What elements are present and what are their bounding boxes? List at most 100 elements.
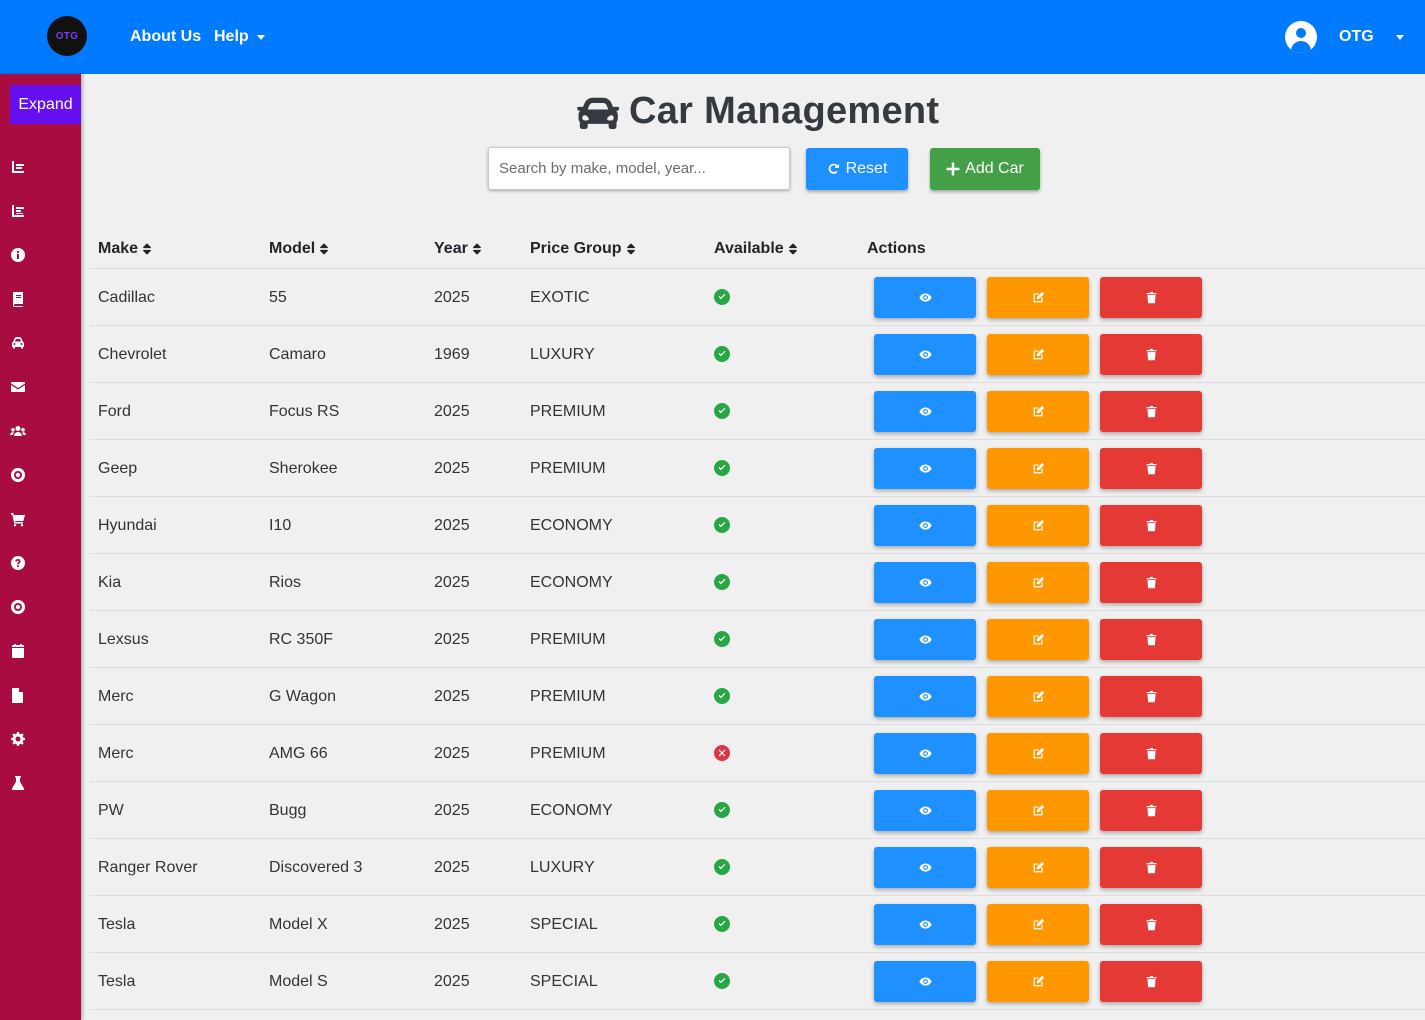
delete-button[interactable] xyxy=(1100,790,1202,831)
add-car-button[interactable]: Add Car xyxy=(930,148,1040,190)
edit-button[interactable] xyxy=(987,790,1089,831)
sort-icon xyxy=(320,243,329,255)
header-year[interactable]: Year xyxy=(434,240,482,258)
cell-price-group: PREMIUM xyxy=(530,745,606,762)
users-icon[interactable] xyxy=(9,422,27,440)
view-button[interactable] xyxy=(874,733,976,774)
edit-button[interactable] xyxy=(987,334,1089,375)
edit-icon xyxy=(1033,975,1044,987)
cell-model: RC 350F xyxy=(269,631,334,648)
calendar-icon[interactable] xyxy=(9,642,27,660)
nav-help-label: Help xyxy=(214,28,249,45)
edit-button[interactable] xyxy=(987,277,1089,318)
delete-button[interactable] xyxy=(1100,961,1202,1002)
view-button[interactable] xyxy=(874,961,976,1002)
cell-year: 2025 xyxy=(434,631,470,648)
cog-icon[interactable] xyxy=(9,730,27,748)
cell-make: Merc xyxy=(98,688,134,705)
edit-button[interactable] xyxy=(987,733,1089,774)
flask-icon[interactable] xyxy=(9,774,27,792)
check-circle-icon xyxy=(714,403,730,419)
view-button[interactable] xyxy=(874,904,976,945)
edit-button[interactable] xyxy=(987,505,1089,546)
cell-price-group: ECONOMY xyxy=(530,802,613,819)
edit-button[interactable] xyxy=(987,676,1089,717)
view-button[interactable] xyxy=(874,790,976,831)
delete-button[interactable] xyxy=(1100,733,1202,774)
edit-button[interactable] xyxy=(987,619,1089,660)
cell-model: Sherokee xyxy=(269,460,338,477)
header-price-group[interactable]: Price Group xyxy=(530,240,636,258)
file-icon[interactable] xyxy=(9,686,27,704)
user-avatar-icon[interactable] xyxy=(1285,21,1317,53)
trash-icon xyxy=(1146,804,1156,817)
header-make[interactable]: Make xyxy=(98,240,152,258)
cell-year: 2025 xyxy=(434,517,470,534)
top-navbar: OTG About Us Help OTG xyxy=(0,0,1425,74)
check-circle-icon xyxy=(714,460,730,476)
header-model[interactable]: Model xyxy=(269,240,329,258)
view-button[interactable] xyxy=(874,619,976,660)
expand-button[interactable]: Expand xyxy=(10,85,81,124)
trash-icon xyxy=(1146,519,1156,532)
delete-button[interactable] xyxy=(1100,562,1202,603)
delete-button[interactable] xyxy=(1100,619,1202,660)
question-circle-icon[interactable] xyxy=(9,554,27,572)
chart-bar-icon[interactable] xyxy=(9,202,27,220)
logo[interactable]: OTG xyxy=(47,16,87,56)
edit-button[interactable] xyxy=(987,961,1089,1002)
user-menu-caret-icon[interactable] xyxy=(1396,35,1404,40)
chart-area-icon[interactable] xyxy=(9,158,27,176)
edit-button[interactable] xyxy=(987,448,1089,489)
view-button[interactable] xyxy=(874,562,976,603)
eye-icon xyxy=(918,350,932,359)
delete-button[interactable] xyxy=(1100,904,1202,945)
envelope-icon[interactable] xyxy=(9,378,27,396)
view-button[interactable] xyxy=(874,448,976,489)
search-input[interactable] xyxy=(488,147,790,190)
life-ring-icon[interactable] xyxy=(9,466,27,484)
cell-make: Ford xyxy=(98,403,131,420)
table-body: Cadillac 55 2025 EXOTIC Chevrolet Camaro 1969 L… xyxy=(90,269,1425,1010)
nav-about-us[interactable]: About Us xyxy=(130,28,201,46)
nav-help-dropdown[interactable]: Help xyxy=(214,28,265,46)
cell-model: 55 xyxy=(269,289,287,306)
delete-button[interactable] xyxy=(1100,847,1202,888)
view-button[interactable] xyxy=(874,277,976,318)
cell-year: 2025 xyxy=(434,745,470,762)
edit-icon xyxy=(1033,462,1044,474)
info-circle-icon[interactable] xyxy=(9,246,27,264)
car-icon[interactable] xyxy=(9,334,27,352)
check-circle-icon xyxy=(714,289,730,305)
sort-icon xyxy=(788,243,797,255)
support-icon[interactable] xyxy=(9,598,27,616)
edit-button[interactable] xyxy=(987,847,1089,888)
check-circle-icon xyxy=(714,973,730,989)
delete-button[interactable] xyxy=(1100,505,1202,546)
shopping-cart-icon[interactable] xyxy=(9,510,27,528)
delete-button[interactable] xyxy=(1100,277,1202,318)
header-actions: Actions xyxy=(867,240,926,258)
view-button[interactable] xyxy=(874,334,976,375)
edit-button[interactable] xyxy=(987,391,1089,432)
cell-make: PW xyxy=(98,802,124,819)
book-icon[interactable] xyxy=(9,290,27,308)
edit-icon xyxy=(1033,861,1044,873)
view-button[interactable] xyxy=(874,847,976,888)
table-row: Tesla Model X 2025 SPECIAL xyxy=(90,896,1425,953)
header-available[interactable]: Available xyxy=(714,240,798,258)
delete-button[interactable] xyxy=(1100,391,1202,432)
edit-button[interactable] xyxy=(987,904,1089,945)
view-button[interactable] xyxy=(874,505,976,546)
delete-button[interactable] xyxy=(1100,334,1202,375)
delete-button[interactable] xyxy=(1100,448,1202,489)
user-name[interactable]: OTG xyxy=(1339,28,1374,46)
cell-make: Cadillac xyxy=(98,289,155,306)
edit-button[interactable] xyxy=(987,562,1089,603)
view-button[interactable] xyxy=(874,391,976,432)
delete-button[interactable] xyxy=(1100,676,1202,717)
cell-price-group: EXOTIC xyxy=(530,289,590,306)
view-button[interactable] xyxy=(874,676,976,717)
eye-icon xyxy=(918,692,932,701)
reset-button[interactable]: Reset xyxy=(806,148,908,190)
